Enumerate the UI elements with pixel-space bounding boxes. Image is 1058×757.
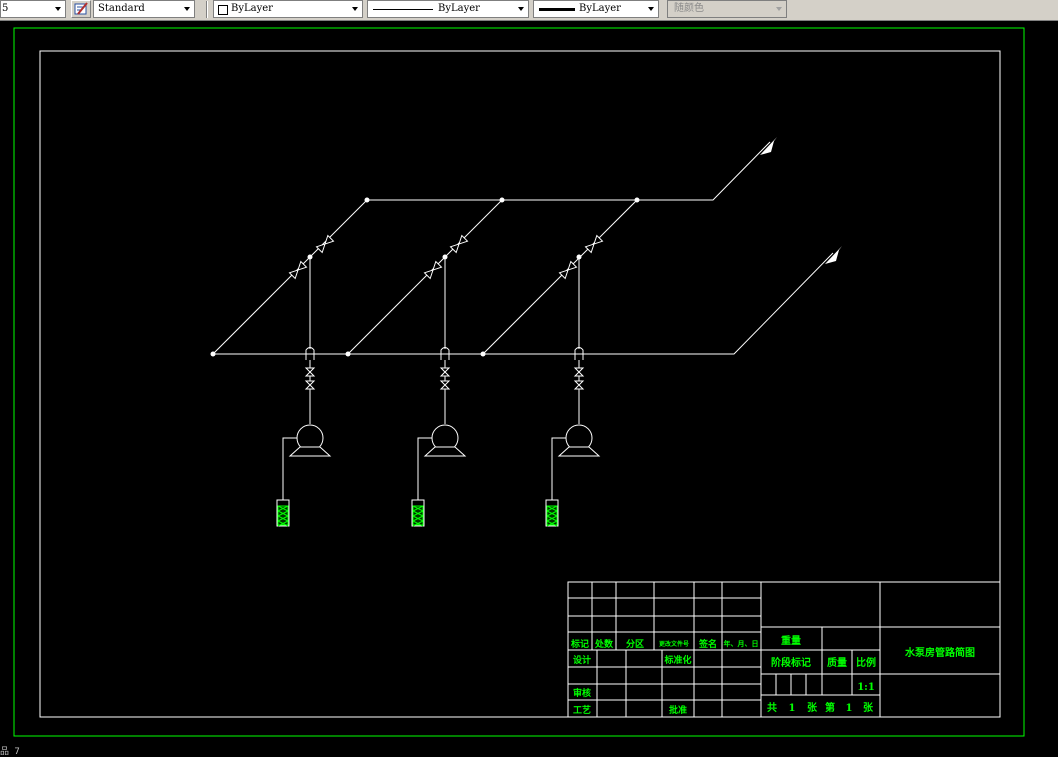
scale-label: 比例 [856, 656, 876, 669]
color-dropdown[interactable]: ByLayer [213, 0, 363, 18]
col-label-date: 年、月、日 [724, 639, 759, 648]
sheet-no-prefix: 第 [825, 701, 835, 714]
scale-value: 1:1 [857, 682, 875, 693]
color-swatch-icon [218, 5, 228, 15]
plot-style-value: 随颜色 [674, 3, 704, 14]
sheets-total-prefix: 共 [767, 701, 777, 714]
col-label-mark: 标记 [570, 638, 589, 650]
suction-pipe [282, 437, 297, 500]
layer-dropdown-value: 5 [2, 3, 9, 14]
lineweight-value: ByLayer [579, 3, 621, 14]
approve-label: 批准 [669, 704, 687, 716]
text-style-dropdown[interactable]: Standard [93, 0, 195, 18]
flow-arrow-icon [760, 137, 777, 155]
chevron-down-icon[interactable] [180, 1, 194, 17]
gate-valve-icon [423, 260, 443, 280]
title-block-text: 标记 处数 分区 更改文件号 签名 年、月、日 设计 标准化 审核 工艺 批准 … [570, 634, 975, 716]
lineweight-preview [539, 8, 575, 11]
outer-sheet-frame [13, 27, 1025, 737]
text-style-icon [74, 2, 88, 15]
pump-units [276, 257, 601, 527]
gate-valve-icon [315, 234, 335, 254]
col-label-zone: 分区 [626, 638, 644, 650]
sheet-no-unit: 张 [863, 701, 874, 714]
inner-drawing-border [39, 50, 1001, 718]
gate-valve-icon [449, 234, 469, 254]
review-label: 审核 [573, 687, 591, 699]
lineweight-dropdown[interactable]: ByLayer [533, 0, 659, 18]
pump-unit [545, 257, 601, 527]
plot-style-dropdown: 随颜色 [667, 0, 787, 18]
drawing-title: 水泵房管路简图 [904, 646, 975, 659]
gate-valve-icon [439, 367, 451, 377]
check-valve-icon [304, 380, 316, 390]
sheet-no: 1 [846, 703, 853, 714]
chevron-down-icon [772, 1, 786, 17]
chevron-down-icon[interactable] [644, 1, 658, 17]
flow-arrow-icon [825, 246, 842, 264]
gate-valve-icon [573, 367, 585, 377]
gate-valve-icon [558, 260, 578, 280]
check-valve-icon [573, 380, 585, 390]
suction-filter-icon [276, 499, 290, 527]
chevron-down-icon[interactable] [51, 1, 65, 17]
suction-filter-icon [411, 499, 425, 527]
standardize-label: 标准化 [663, 654, 691, 666]
col-label-change-doc: 更改文件号 [659, 640, 689, 648]
pump-base [557, 446, 601, 457]
sheets-total: 1 [789, 703, 796, 714]
design-label: 设计 [573, 654, 591, 666]
diagonal-connector [212, 199, 368, 355]
gate-valve-icon [288, 260, 308, 280]
sheets-unit: 张 [807, 701, 818, 714]
gate-valve-icon [304, 367, 316, 377]
lower-header-pipe [213, 252, 834, 355]
chevron-down-icon[interactable] [514, 1, 528, 17]
diagonal-connector [347, 199, 503, 355]
diagonal-connector [482, 199, 638, 355]
pump-unit [276, 257, 332, 527]
weight-label: 重量 [781, 634, 801, 647]
col-label-signature: 签名 [698, 638, 717, 650]
check-valve-icon [439, 380, 451, 390]
text-style-manager-button[interactable] [71, 0, 91, 18]
col-label-count: 处数 [594, 638, 614, 650]
suction-pipe [551, 437, 566, 500]
drawing-canvas[interactable]: 标记 处数 分区 更改文件号 签名 年、月、日 设计 标准化 审核 工艺 批准 … [0, 20, 1058, 744]
linetype-preview [373, 9, 433, 10]
pipe-network [212, 141, 834, 355]
linetype-dropdown[interactable]: ByLayer [367, 0, 529, 18]
pump-base [423, 446, 467, 457]
stage-mark-label: 阶段标记 [771, 656, 811, 669]
process-label: 工艺 [573, 704, 591, 716]
chevron-down-icon[interactable] [348, 1, 362, 17]
text-style-value: Standard [98, 3, 145, 14]
color-value: ByLayer [231, 3, 273, 14]
upper-header-pipe [367, 141, 771, 201]
layer-dropdown[interactable]: 5 [0, 0, 66, 18]
mass-label: 质量 [827, 656, 847, 669]
toolbar-separator [206, 1, 208, 18]
suction-pipe [417, 437, 432, 500]
linetype-value: ByLayer [438, 3, 480, 14]
pump-unit [411, 257, 467, 527]
gate-valve-icon [584, 234, 604, 254]
pump-base [288, 446, 332, 457]
properties-toolbar: 5 Standard ByLayer ByLayer ByLayer 随颜色 [0, 0, 1058, 21]
suction-filter-icon [545, 499, 559, 527]
